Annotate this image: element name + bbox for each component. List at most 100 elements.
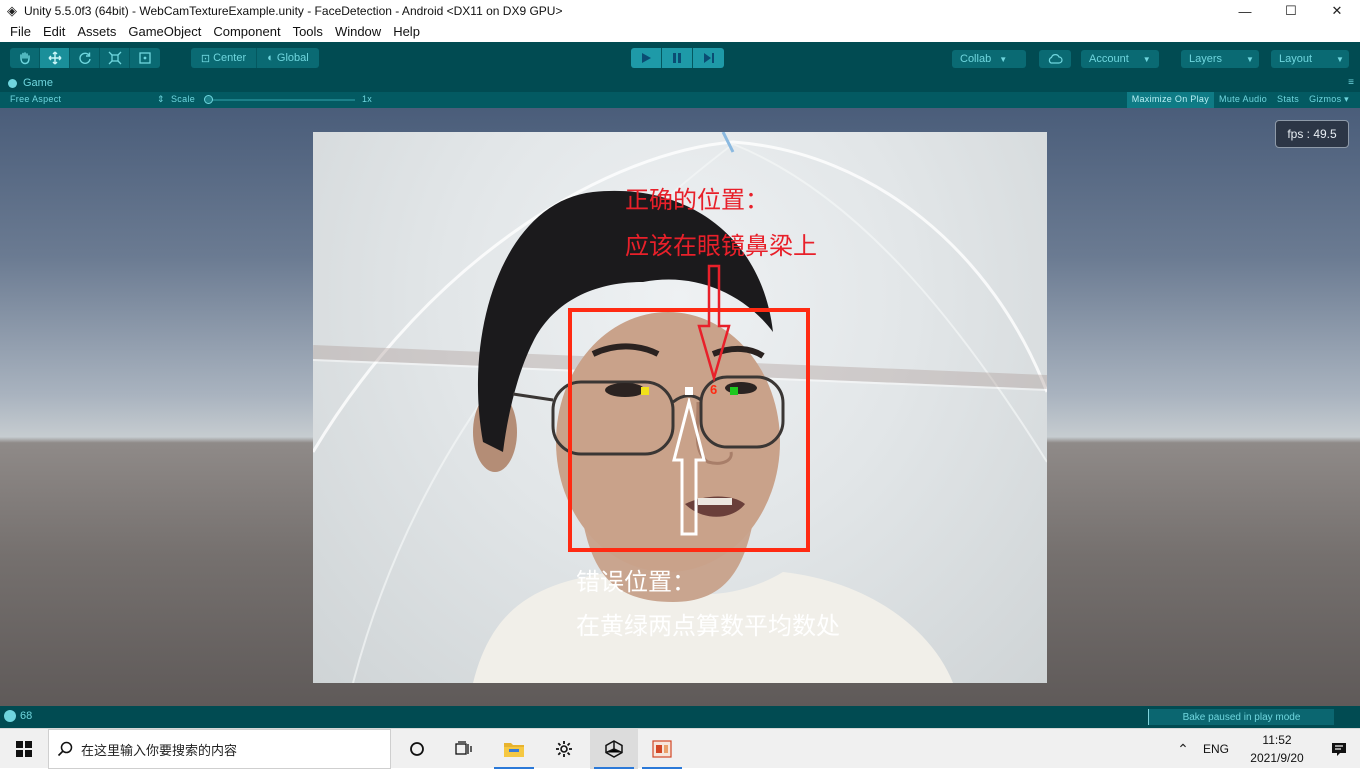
menu-bar: File Edit Assets GameObject Component To…	[0, 22, 1360, 42]
folder-icon	[504, 743, 524, 757]
game-tab-icon	[8, 78, 17, 88]
start-button[interactable]	[0, 729, 48, 769]
gizmos-dropdown[interactable]: Gizmos ▾	[1304, 92, 1354, 108]
menu-tools[interactable]: Tools	[287, 22, 329, 42]
correct-position-desc: 应该在眼镜鼻梁上	[625, 233, 817, 260]
scale-value: 1x	[362, 94, 373, 104]
menu-gameobject[interactable]: GameObject	[122, 22, 207, 42]
show-hidden-icons-icon[interactable]: ⌃	[1170, 741, 1196, 758]
wrong-position-desc: 在黄绿两点算数平均数处	[576, 613, 840, 640]
menu-component[interactable]: Component	[207, 22, 286, 42]
play-button[interactable]	[631, 48, 662, 68]
space-global-button[interactable]: ◐ Global	[257, 48, 319, 68]
close-button[interactable]: ✕	[1314, 0, 1360, 22]
task-view-icon	[455, 741, 472, 755]
chevron-down-icon: ▼	[999, 54, 1008, 64]
input-language[interactable]: ENG	[1196, 742, 1236, 756]
rect-transform-icon	[139, 52, 151, 64]
console-message[interactable]: 68	[4, 710, 32, 722]
maximize-button[interactable]: ☐	[1268, 0, 1314, 22]
game-viewport[interactable]: 6 正确的位置： 应该在眼镜鼻梁上 错误位置： 在黄绿两点算数平均数处 fps …	[0, 108, 1360, 706]
pivot-label: Center	[213, 52, 247, 64]
presentation-app-button[interactable]	[638, 729, 686, 769]
menu-window[interactable]: Window	[329, 22, 387, 42]
message-count: 68	[20, 710, 33, 722]
pause-button[interactable]	[662, 48, 693, 68]
task-view-button[interactable]	[440, 729, 488, 769]
panel-menu-icon[interactable]: ≡	[1348, 77, 1354, 88]
menu-file[interactable]: File	[4, 22, 37, 42]
correct-position-arrow-icon	[697, 264, 731, 382]
clock-time: 11:52	[1262, 733, 1292, 747]
rotate-tool-button[interactable]	[70, 48, 100, 68]
chevron-down-icon: ▼	[1246, 54, 1254, 64]
correct-position-title: 正确的位置：	[625, 187, 769, 214]
presentation-app-icon	[652, 740, 672, 758]
layout-label: Layout	[1279, 53, 1313, 65]
collab-label: Collab	[960, 53, 992, 65]
cortana-button[interactable]	[393, 729, 441, 769]
stats-toggle[interactable]: Stats	[1272, 92, 1304, 108]
clock[interactable]: 11:52 2021/9/20	[1236, 731, 1318, 767]
cloud-button[interactable]	[1039, 50, 1071, 68]
space-label: Global	[276, 52, 309, 64]
notification-icon	[1332, 743, 1346, 756]
game-tab-label: Game	[23, 77, 53, 89]
menu-help[interactable]: Help	[387, 22, 426, 42]
chevron-down-icon: ▼	[1142, 54, 1151, 64]
mute-audio-toggle[interactable]: Mute Audio	[1214, 92, 1272, 108]
collab-dropdown[interactable]: Collab ▼	[952, 50, 1026, 68]
transform-tools	[10, 48, 160, 68]
account-dropdown[interactable]: Account ▼	[1081, 50, 1159, 68]
aspect-dropdown-arrow-icon: ⇕	[157, 94, 165, 104]
pause-icon	[673, 53, 681, 63]
pivot-center-button[interactable]: ⊡ Center	[191, 48, 257, 68]
step-button[interactable]	[693, 48, 724, 68]
menu-assets[interactable]: Assets	[71, 22, 122, 42]
search-icon	[49, 741, 81, 757]
aspect-dropdown[interactable]: Free Aspect	[10, 94, 61, 104]
menu-edit[interactable]: Edit	[37, 22, 71, 42]
layout-dropdown[interactable]: Layout ▼	[1271, 50, 1349, 68]
search-placeholder: 在这里输入你要搜索的内容	[81, 742, 238, 758]
pivot-icon: ⊡	[200, 52, 211, 65]
settings-button[interactable]	[540, 729, 588, 769]
account-label: Account	[1089, 53, 1129, 65]
scale-slider-handle[interactable]	[204, 95, 213, 104]
rect-tool-button[interactable]	[130, 48, 160, 68]
minimize-button[interactable]: —	[1222, 0, 1268, 22]
step-icon	[703, 53, 714, 63]
red-marker-label: 6	[710, 382, 718, 397]
info-icon	[4, 710, 16, 722]
file-explorer-button[interactable]	[490, 729, 538, 769]
status-bar: 68 Bake paused in play mode	[0, 706, 1360, 728]
fps-counter: fps : 49.5	[1275, 120, 1349, 148]
cloud-icon	[1048, 54, 1063, 64]
notification-center-button[interactable]	[1318, 741, 1360, 757]
game-view-controls: Free Aspect ⇕ Scale 1x Maximize On Play …	[0, 92, 1360, 108]
scale-tool-button[interactable]	[100, 48, 130, 68]
wrong-position-arrow-icon	[672, 398, 706, 536]
green-eye-point	[730, 387, 738, 395]
clock-date: 2021/9/20	[1250, 751, 1304, 765]
move-tool-button[interactable]	[40, 48, 70, 68]
maximize-on-play-toggle[interactable]: Maximize On Play	[1126, 92, 1215, 108]
move-arrows-icon	[48, 51, 61, 65]
window-titlebar: ◈ Unity 5.5.0f3 (64bit) - WebCamTextureE…	[0, 0, 1360, 22]
scale-slider-track[interactable]	[205, 99, 355, 101]
taskbar-search-box[interactable]: 在这里输入你要搜索的内容	[48, 729, 391, 769]
layers-dropdown[interactable]: Layers ▼	[1181, 50, 1259, 68]
game-view-toggles: Maximize On Play Mute Audio Stats Gizmos…	[1126, 92, 1354, 108]
scale-icon	[108, 51, 121, 65]
chevron-down-icon: ▼	[1336, 54, 1344, 64]
game-view-header: Game ≡	[0, 76, 1360, 92]
hand-tool-button[interactable]	[10, 48, 40, 68]
tab-game[interactable]: Game	[8, 77, 53, 89]
playback-controls	[631, 48, 724, 68]
taskbar: 在这里输入你要搜索的内容 ⌃ ENG 11:52 2021/9/20	[0, 728, 1360, 769]
unity-toolbar: ⊡ Center ◐ Global Collab ▼ Account ▼ Lay…	[0, 42, 1360, 76]
globe-icon: ◐	[267, 52, 274, 64]
unity-taskbar-button[interactable]	[590, 729, 638, 769]
rotate-icon	[78, 52, 91, 64]
gizmos-label: Gizmos	[1309, 94, 1342, 104]
